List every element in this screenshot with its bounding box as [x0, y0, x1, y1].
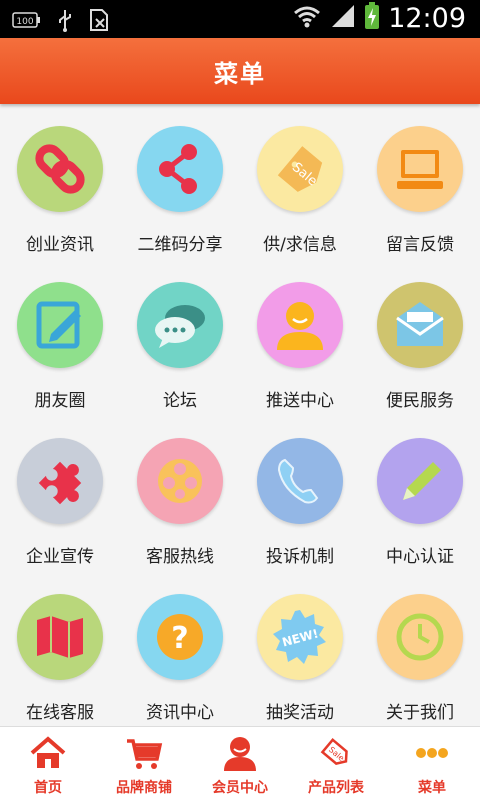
tab-label: 菜单 — [418, 780, 446, 796]
page-title: 菜单 — [214, 59, 266, 88]
tab-home[interactable]: 首页 — [0, 727, 96, 800]
tab-member-center[interactable]: 会员中心 — [192, 727, 288, 800]
signal-icon — [330, 3, 356, 33]
menu-item-label: 推送中心 — [266, 391, 334, 411]
menu-item-label: 在线客服 — [26, 703, 94, 723]
menu-item-about-us[interactable]: 关于我们 — [360, 572, 480, 726]
menu-item-certification[interactable]: 中心认证 — [360, 416, 480, 572]
member-icon — [224, 737, 256, 771]
battery-charging-icon — [364, 2, 380, 34]
menu-item-label: 关于我们 — [386, 703, 454, 723]
edit-note-icon — [17, 282, 103, 368]
menu-item-online-service[interactable]: 在线客服 — [0, 572, 120, 726]
menu-item-feedback[interactable]: 留言反馈 — [360, 104, 480, 260]
cart-icon — [127, 739, 163, 769]
more-icon — [416, 748, 448, 758]
menu-item-forum[interactable]: 论坛 — [120, 260, 240, 416]
battery-level-icon: 100 — [12, 10, 42, 34]
status-bar: 100 12:09 — [0, 0, 480, 38]
menu-item-label: 客服热线 — [146, 547, 214, 567]
wifi-icon — [292, 3, 322, 33]
menu-item-moments[interactable]: 朋友圈 — [0, 260, 120, 416]
menu-item-convenience[interactable]: 便民服务 — [360, 260, 480, 416]
menu-item-label: 企业宣传 — [26, 547, 94, 567]
tab-label: 产品列表 — [308, 780, 364, 796]
menu-item-label: 朋友圈 — [34, 391, 86, 411]
clock-icon — [377, 594, 463, 680]
title-bar: 菜单 — [0, 38, 480, 104]
sale-tag-icon: Sale — [257, 126, 343, 212]
new-badge-icon: NEW! — [257, 594, 343, 680]
tab-label: 品牌商铺 — [116, 780, 172, 796]
computer-icon — [377, 126, 463, 212]
menu-item-push-center[interactable]: 推送中心 — [240, 260, 360, 416]
tab-brand-shops[interactable]: 品牌商铺 — [96, 727, 192, 800]
share-icon — [137, 126, 223, 212]
sale-tag-icon: Sale — [320, 738, 348, 765]
pencil-icon — [377, 438, 463, 524]
home-icon — [30, 736, 66, 768]
help-icon: ? — [137, 594, 223, 680]
phone-icon — [257, 438, 343, 524]
film-reel-icon — [137, 438, 223, 524]
bottom-tab-bar: 首页 品牌商铺 会员中心 Sale 产品列表 菜单 — [0, 726, 480, 800]
menu-item-lottery[interactable]: NEW! 抽奖活动 — [240, 572, 360, 726]
map-icon — [17, 594, 103, 680]
menu-item-label: 资讯中心 — [146, 703, 214, 723]
menu-item-label: 便民服务 — [386, 391, 454, 411]
tab-product-list[interactable]: Sale 产品列表 — [288, 727, 384, 800]
menu-item-label: 抽奖活动 — [266, 703, 334, 723]
tab-label: 首页 — [34, 780, 62, 796]
menu-item-news-center[interactable]: ? 资讯中心 — [120, 572, 240, 726]
menu-item-label: 供/求信息 — [263, 235, 337, 255]
link-icon — [17, 126, 103, 212]
menu-item-label: 二维码分享 — [137, 235, 223, 255]
usb-icon — [56, 8, 74, 36]
sim-icon — [88, 8, 110, 36]
menu-grid: 创业资讯 二维码分享 Sale 供/求信息 留言反馈 朋友圈 论坛 推送中心 便… — [0, 104, 480, 726]
menu-item-label: 留言反馈 — [386, 235, 454, 255]
puzzle-icon — [17, 438, 103, 524]
menu-item-label: 投诉机制 — [266, 547, 334, 567]
user-icon — [257, 282, 343, 368]
tab-label: 会员中心 — [212, 780, 268, 796]
menu-item-startup-news[interactable]: 创业资讯 — [0, 104, 120, 260]
menu-item-complaints[interactable]: 投诉机制 — [240, 416, 360, 572]
menu-item-label: 创业资讯 — [26, 235, 94, 255]
chat-bubbles-icon — [137, 282, 223, 368]
tab-menu[interactable]: 菜单 — [384, 727, 480, 800]
menu-item-corporate-promo[interactable]: 企业宣传 — [0, 416, 120, 572]
menu-item-label: 中心认证 — [386, 547, 454, 567]
menu-item-hotline[interactable]: 客服热线 — [120, 416, 240, 572]
svg-text:100: 100 — [16, 17, 33, 27]
menu-item-supply-demand[interactable]: Sale 供/求信息 — [240, 104, 360, 260]
menu-item-qr-share[interactable]: 二维码分享 — [120, 104, 240, 260]
menu-item-label: 论坛 — [163, 391, 197, 411]
mail-icon — [377, 282, 463, 368]
svg-text:?: ? — [171, 621, 188, 656]
status-time: 12:09 — [388, 2, 466, 34]
